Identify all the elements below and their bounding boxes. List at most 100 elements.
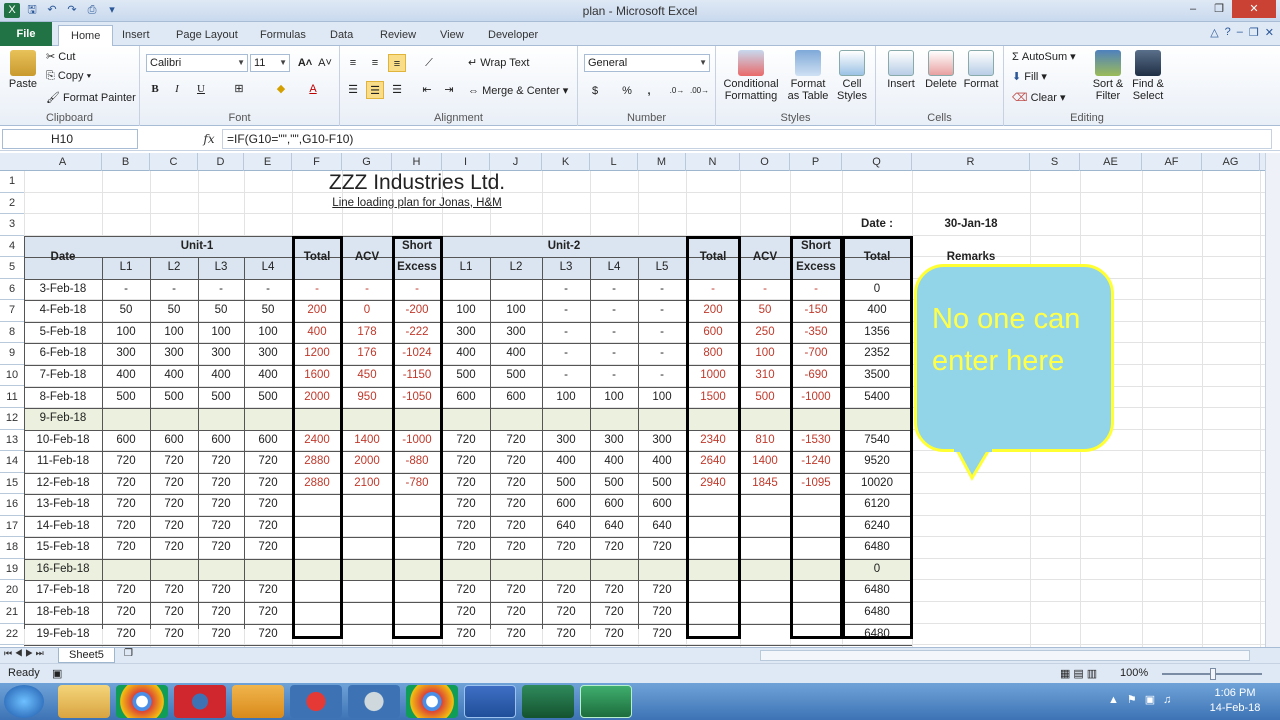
start-button-icon[interactable] bbox=[4, 685, 44, 718]
grand-total-cell[interactable] bbox=[842, 408, 912, 430]
grand-total-cell[interactable]: 1356 bbox=[842, 322, 912, 344]
unit2-value[interactable]: 720 bbox=[542, 624, 590, 646]
column-header[interactable]: P bbox=[790, 153, 842, 171]
unit2-acv[interactable] bbox=[740, 408, 790, 430]
unit1-value[interactable]: 600 bbox=[198, 430, 244, 452]
date-cell[interactable]: 17-Feb-18 bbox=[24, 580, 102, 602]
tab-data[interactable]: Data bbox=[318, 25, 365, 46]
sheet-tab-sheet5[interactable]: Sheet5 bbox=[58, 648, 115, 663]
header-line-l1[interactable]: L1 bbox=[102, 257, 150, 279]
unit1-acv[interactable] bbox=[342, 602, 392, 624]
column-header[interactable]: F bbox=[292, 153, 342, 171]
row-header[interactable]: 7 bbox=[0, 300, 24, 322]
row-header[interactable]: 1 bbox=[0, 171, 24, 193]
unit2-value[interactable] bbox=[490, 408, 542, 430]
unit2-value[interactable]: 720 bbox=[590, 602, 638, 624]
row-header[interactable]: 17 bbox=[0, 516, 24, 538]
unit1-value[interactable]: 720 bbox=[198, 624, 244, 646]
unit2-short-excess[interactable]: - bbox=[790, 279, 842, 301]
date-cell[interactable]: 11-Feb-18 bbox=[24, 451, 102, 473]
unit1-value[interactable]: 720 bbox=[102, 473, 150, 495]
tab-file[interactable]: File bbox=[0, 22, 52, 46]
unit1-total[interactable] bbox=[292, 516, 342, 538]
unit1-value[interactable]: 720 bbox=[244, 580, 292, 602]
unit1-value[interactable]: 400 bbox=[244, 365, 292, 387]
unit2-value[interactable]: 720 bbox=[542, 580, 590, 602]
header-line-l4[interactable]: L4 bbox=[244, 257, 292, 279]
unit2-value[interactable]: 720 bbox=[442, 602, 490, 624]
header-line-l2[interactable]: L2 bbox=[150, 257, 198, 279]
zoom-slider-thumb[interactable] bbox=[1210, 668, 1216, 680]
unit1-value[interactable] bbox=[102, 559, 150, 581]
row-header[interactable]: 12 bbox=[0, 408, 24, 430]
minimize-button[interactable]: ‒ bbox=[1180, 0, 1206, 18]
unit2-value[interactable]: - bbox=[638, 322, 686, 344]
grand-total-cell[interactable]: 0 bbox=[842, 279, 912, 301]
unit2-value[interactable]: 720 bbox=[490, 430, 542, 452]
conditional-formatting-button[interactable]: Conditional Formatting bbox=[720, 50, 782, 102]
format-as-table-button[interactable]: Format as Table bbox=[786, 50, 830, 102]
unit1-value[interactable]: 600 bbox=[150, 430, 198, 452]
unit1-acv[interactable] bbox=[342, 624, 392, 646]
unit2-short-excess[interactable]: -150 bbox=[790, 300, 842, 322]
column-header[interactable]: D bbox=[198, 153, 244, 171]
date-cell[interactable]: 6-Feb-18 bbox=[24, 343, 102, 365]
insert-cells-button[interactable]: Insert bbox=[882, 50, 920, 90]
doc-minimize-icon[interactable]: ‒ bbox=[1237, 26, 1243, 39]
merge-center-button[interactable]: ⇔ Merge & Center ▾ bbox=[468, 84, 568, 97]
unit1-value[interactable]: 300 bbox=[102, 343, 150, 365]
unit2-total[interactable] bbox=[686, 408, 740, 430]
unit1-value[interactable]: 720 bbox=[198, 580, 244, 602]
unit2-value[interactable]: 720 bbox=[442, 624, 490, 646]
unit2-value[interactable]: 600 bbox=[638, 494, 686, 516]
formula-input[interactable]: =IF(G10="","",G10-F10) bbox=[222, 129, 1272, 149]
column-header[interactable]: H bbox=[392, 153, 442, 171]
shrink-font-icon[interactable]: A˅ bbox=[316, 54, 334, 72]
unit2-acv[interactable] bbox=[740, 602, 790, 624]
unit2-value[interactable]: 720 bbox=[442, 516, 490, 538]
unit2-value[interactable]: 300 bbox=[638, 430, 686, 452]
column-header[interactable]: J bbox=[490, 153, 542, 171]
chrome-icon[interactable] bbox=[116, 685, 168, 718]
unit2-short-excess[interactable]: -1000 bbox=[790, 387, 842, 409]
unit2-value[interactable]: 720 bbox=[638, 602, 686, 624]
unit2-acv[interactable]: 250 bbox=[740, 322, 790, 344]
unit1-value[interactable] bbox=[244, 559, 292, 581]
unit2-short-excess[interactable] bbox=[790, 408, 842, 430]
header-acv[interactable]: ACV bbox=[342, 236, 392, 279]
date-cell[interactable]: 4-Feb-18 bbox=[24, 300, 102, 322]
date-cell[interactable]: 10-Feb-18 bbox=[24, 430, 102, 452]
column-header[interactable]: B bbox=[102, 153, 150, 171]
unit2-value[interactable]: 500 bbox=[590, 473, 638, 495]
unit1-value[interactable]: 720 bbox=[102, 451, 150, 473]
tab-home[interactable]: Home bbox=[58, 25, 114, 46]
unit1-value[interactable]: 720 bbox=[198, 516, 244, 538]
unit2-value[interactable]: 640 bbox=[542, 516, 590, 538]
unit1-total[interactable]: 1200 bbox=[292, 343, 342, 365]
date-value[interactable]: 30-Jan-18 bbox=[912, 214, 1030, 236]
copy-button[interactable]: ⎘ Copy ▾ bbox=[46, 70, 91, 83]
unit2-short-excess[interactable]: -1095 bbox=[790, 473, 842, 495]
unit2-value[interactable] bbox=[590, 559, 638, 581]
header-total[interactable]: Total bbox=[292, 236, 342, 279]
unit2-acv[interactable]: 100 bbox=[740, 343, 790, 365]
grand-total-cell[interactable]: 6480 bbox=[842, 602, 912, 624]
unit2-total[interactable]: 1000 bbox=[686, 365, 740, 387]
unit2-value[interactable]: 720 bbox=[490, 516, 542, 538]
function-icon[interactable]: fx bbox=[198, 130, 220, 148]
unit2-value[interactable]: 500 bbox=[638, 473, 686, 495]
unit1-value[interactable]: 720 bbox=[102, 516, 150, 538]
unit1-value[interactable]: 720 bbox=[198, 473, 244, 495]
unit1-short-excess[interactable]: -880 bbox=[392, 451, 442, 473]
grand-total-cell[interactable]: 2352 bbox=[842, 343, 912, 365]
unit2-value[interactable]: 400 bbox=[638, 451, 686, 473]
unit1-value[interactable]: 100 bbox=[150, 322, 198, 344]
unit2-value[interactable]: - bbox=[542, 343, 590, 365]
unit2-value[interactable]: 600 bbox=[442, 387, 490, 409]
font-color-icon[interactable]: A bbox=[304, 80, 322, 98]
unit1-value[interactable]: 50 bbox=[150, 300, 198, 322]
vertical-scrollbar[interactable] bbox=[1265, 153, 1280, 647]
unit2-value[interactable]: 720 bbox=[442, 430, 490, 452]
unit1-value[interactable]: 720 bbox=[102, 624, 150, 646]
unit2-value[interactable]: 720 bbox=[590, 580, 638, 602]
